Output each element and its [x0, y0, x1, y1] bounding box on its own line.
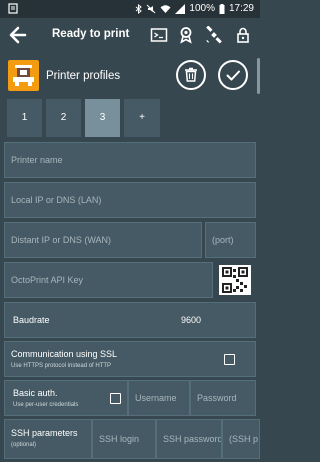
terminal-icon[interactable]: [150, 26, 168, 44]
basic-auth-row[interactable]: Basic auth. Use per-user credentials: [4, 380, 128, 416]
port-input[interactable]: (port): [205, 222, 256, 258]
scrollbar[interactable]: [257, 58, 260, 94]
page-title: Ready to print: [52, 28, 130, 40]
mute-icon: [147, 4, 156, 13]
ssl-checkbox[interactable]: [224, 354, 235, 365]
qr-code-icon: [222, 267, 248, 293]
baudrate-label: Baudrate: [13, 315, 50, 325]
ssh-password-input[interactable]: SSH password: [156, 419, 222, 459]
check-icon: [226, 70, 240, 81]
status-bar: 100% 17:29: [0, 0, 260, 18]
back-arrow-icon[interactable]: [8, 24, 28, 46]
ssh-port-input[interactable]: (SSH p: [222, 419, 260, 459]
ssl-row[interactable]: Communication using SSL Use HTTPS protoc…: [4, 341, 256, 377]
profile-tab-2[interactable]: 2: [46, 99, 81, 137]
battery-percent: 100%: [189, 3, 215, 14]
api-key-input[interactable]: OctoPrint API Key: [4, 262, 213, 298]
baudrate-value[interactable]: 9600: [181, 315, 201, 325]
toolbar: Ready to print: [0, 18, 260, 52]
wifi-icon: [160, 4, 171, 13]
printer-logo-icon: [8, 60, 39, 91]
ssh-subtitle: (optional): [11, 442, 37, 448]
ssh-title: SSH parameters: [11, 428, 78, 438]
password-input[interactable]: Password: [190, 380, 256, 416]
printer-name-input[interactable]: Printer name: [4, 142, 256, 178]
clock: 17:29: [228, 3, 254, 14]
profile-tab-1[interactable]: 1: [7, 99, 42, 137]
basic-auth-title: Basic auth.: [13, 388, 58, 398]
badge-icon[interactable]: [177, 26, 195, 44]
bluetooth-icon: [136, 3, 143, 14]
notification-icon: [8, 3, 18, 17]
signal-icon: [175, 3, 186, 14]
ssh-login-input[interactable]: SSH login: [92, 419, 156, 459]
confirm-button[interactable]: [218, 60, 248, 90]
delete-button[interactable]: [176, 60, 206, 90]
trash-icon: [185, 67, 197, 82]
username-input[interactable]: Username: [128, 380, 190, 416]
satellite-icon[interactable]: [205, 25, 223, 44]
ssl-title: Communication using SSL: [11, 349, 118, 359]
ssl-subtitle: Use HTTPS protocol instead of HTTP: [11, 363, 112, 369]
distant-ip-input[interactable]: Distant IP or DNS (WAN): [4, 222, 202, 258]
add-profile-tab[interactable]: +: [124, 99, 160, 137]
profile-tab-3[interactable]: 3: [85, 99, 120, 137]
baudrate-row[interactable]: Baudrate 9600: [4, 302, 256, 338]
profiles-title: Printer profiles: [46, 70, 121, 82]
qr-scan-button[interactable]: [216, 262, 254, 298]
basic-auth-subtitle: Use per-user credentials: [13, 402, 79, 408]
ssh-row: SSH parameters (optional): [4, 419, 92, 459]
local-ip-input[interactable]: Local IP or DNS (LAN): [4, 182, 256, 218]
basic-auth-checkbox[interactable]: [110, 393, 121, 404]
lock-icon[interactable]: [234, 26, 252, 44]
battery-icon: [219, 3, 225, 14]
